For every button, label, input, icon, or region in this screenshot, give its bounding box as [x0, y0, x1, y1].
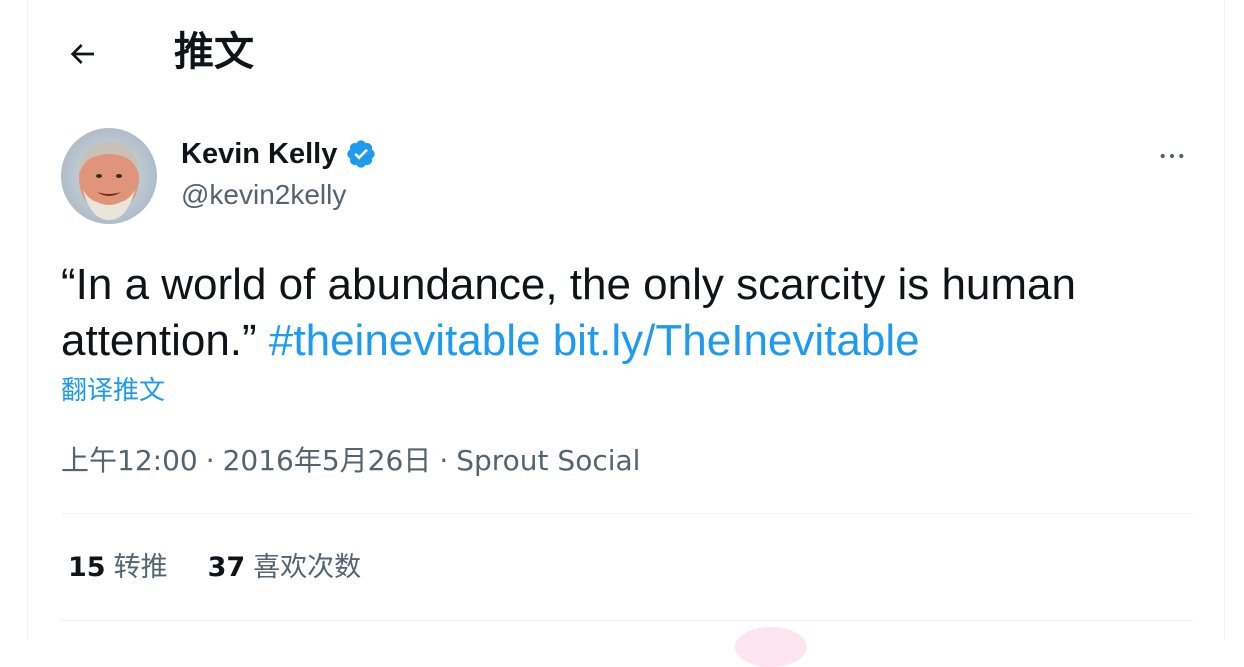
author-display-name[interactable]: Kevin Kelly — [181, 134, 337, 174]
page-header: 推文 — [28, 0, 1224, 104]
like-button-highlight — [735, 627, 807, 667]
hashtag-link[interactable]: #theinevitable — [269, 316, 541, 365]
meta-separator: · — [439, 444, 449, 477]
more-horizontal-icon — [1160, 153, 1184, 159]
likes-stat[interactable]: 37 喜欢次数 — [208, 548, 362, 588]
meta-separator: · — [205, 444, 215, 477]
tweet-stats: 15 转推 37 喜欢次数 — [68, 548, 401, 588]
divider — [61, 513, 1193, 514]
divider — [61, 620, 1193, 621]
tweet-time[interactable]: 上午12:00 — [61, 441, 198, 481]
avatar[interactable] — [61, 128, 157, 224]
tweet-body: “In a world of abundance, the only scarc… — [61, 257, 1181, 369]
retweets-label: 转推 — [113, 552, 168, 583]
likes-count: 37 — [207, 552, 246, 583]
avatar-image — [61, 128, 157, 224]
more-options-button[interactable] — [1150, 134, 1194, 178]
tweet-detail-column: 推文 Kevin Kelly @kevin2kelly “In a world … — [27, 0, 1225, 667]
arrow-left-icon — [70, 44, 94, 64]
tweet-date[interactable]: 2016年5月26日 — [223, 441, 432, 481]
author-handle[interactable]: @kevin2kelly — [181, 175, 346, 215]
tweet-source[interactable]: Sprout Social — [456, 441, 640, 481]
tweet-meta: 上午12:00 · 2016年5月26日 · Sprout Social — [61, 441, 640, 481]
verified-badge-icon — [347, 140, 376, 168]
retweets-count: 15 — [68, 552, 106, 583]
likes-label: 喜欢次数 — [253, 552, 362, 583]
url-link[interactable]: bit.ly/TheInevitable — [553, 316, 920, 365]
retweets-stat[interactable]: 15 转推 — [68, 548, 168, 588]
translate-tweet-button[interactable]: 翻译推文 — [61, 374, 165, 408]
page-title: 推文 — [174, 29, 254, 75]
author-name-row: Kevin Kelly — [181, 134, 377, 174]
back-button[interactable] — [60, 32, 104, 76]
